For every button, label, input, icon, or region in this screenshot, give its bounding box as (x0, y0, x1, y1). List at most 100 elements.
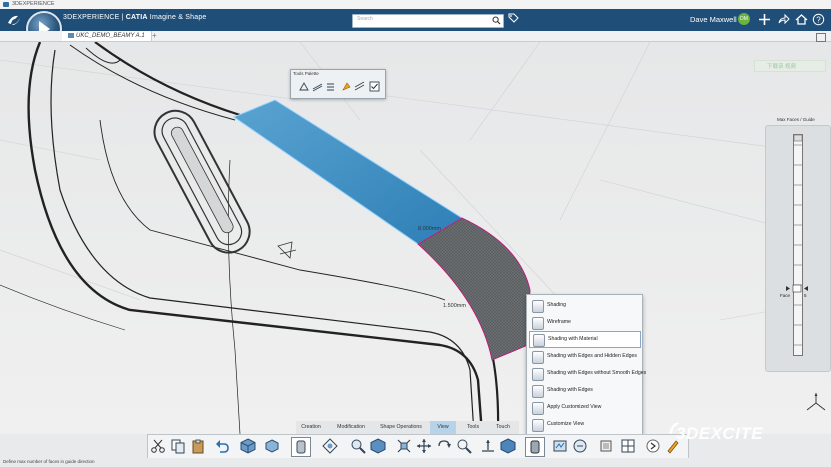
cube-view-icon[interactable] (240, 438, 256, 454)
shading-icon (532, 300, 544, 313)
iso-view-icon[interactable] (370, 438, 386, 454)
menu-item-edges-no-smooth[interactable]: Shading with Edges without Smooth Edges (529, 366, 646, 381)
cut-icon[interactable] (150, 438, 166, 454)
view-mode-menu: Shading Wireframe Shading with Material … (526, 294, 646, 435)
lines-icon[interactable] (312, 81, 323, 92)
guide-panel-title: Max Faces / Guide (777, 117, 815, 122)
menu-item-label: Wireframe (547, 319, 571, 325)
3d-viewport[interactable] (0, 42, 831, 434)
help-icon[interactable]: ? (812, 13, 825, 26)
fit-all-icon[interactable] (322, 438, 338, 454)
menu-item-label: Shading with Edges and Hidden Edges (547, 353, 637, 359)
brand-app: CATIA (125, 14, 148, 21)
faces-slider[interactable] (793, 134, 803, 356)
axis-triad-icon[interactable] (805, 392, 827, 414)
app-icon (3, 2, 9, 7)
tab-label: UKC_DEMO_BEAMY A.1 (76, 33, 145, 39)
transform-icon[interactable] (341, 81, 352, 92)
render-mode-button[interactable] (291, 437, 311, 457)
guide-face-value: 5 (804, 293, 807, 298)
download-watermark: 下载该 视频 (754, 60, 826, 72)
apply-view-icon (532, 402, 544, 415)
menu-item-apply-customized-view[interactable]: Apply Customized View (529, 400, 639, 415)
view-mode-button[interactable] (525, 437, 545, 457)
cylinder-icon (296, 440, 306, 454)
checkbox-icon[interactable] (369, 81, 380, 92)
status-bar: Define max number of faces in guide dire… (0, 458, 831, 467)
search-input[interactable]: Search (352, 14, 504, 28)
shading-edges-icon (532, 385, 544, 398)
ds-logo-icon (8, 15, 20, 25)
brand-prefix: 3DEXPERIENCE | (63, 14, 126, 21)
search-icon[interactable] (492, 16, 501, 25)
status-text: Define max number of faces in guide dire… (3, 459, 95, 464)
copy-icon[interactable] (170, 438, 186, 454)
tools-palette-title: Tools Palette (293, 71, 319, 76)
document-icon (68, 32, 74, 38)
pan-icon[interactable] (416, 438, 432, 454)
edges-hidden-icon (532, 351, 544, 364)
customize-view-icon (532, 419, 544, 432)
menu-item-wireframe[interactable]: Wireframe (529, 315, 639, 330)
rotate-icon[interactable] (436, 438, 452, 454)
ground-icon[interactable] (480, 438, 496, 454)
menu-item-label: Shading (547, 302, 567, 308)
brand-suffix: Imagine & Shape (147, 14, 207, 21)
menu-item-customize-view[interactable]: Customize View (529, 417, 639, 432)
grid-lines-icon[interactable] (354, 81, 365, 92)
tab-view[interactable]: View (430, 421, 456, 434)
split-view-icon[interactable] (620, 438, 636, 454)
dimension-label[interactable]: 8.000mm (418, 226, 441, 232)
tab-creation[interactable]: Creation (296, 421, 326, 434)
add-icon[interactable] (758, 13, 771, 26)
menu-item-label: Customize View (547, 421, 585, 427)
menu-item-label: Shading with Edges (547, 387, 593, 393)
app-brand: 3DEXPERIENCE | CATIA Imagine & Shape (63, 14, 207, 21)
menu-item-shading[interactable]: Shading (529, 298, 639, 313)
guide-face-label: Face (780, 293, 791, 298)
menu-item-label: Apply Customized View (547, 404, 602, 410)
wireframe-icon (532, 317, 544, 330)
tab-modification[interactable]: Modification (330, 421, 372, 434)
tab-tools[interactable]: Tools (460, 421, 486, 434)
menu-item-shading-with-edges[interactable]: Shading with Edges (529, 383, 639, 398)
avatar[interactable]: DM (738, 13, 750, 25)
cube-iso-icon[interactable] (264, 438, 280, 454)
download-watermark-text: 下载该 视频 (767, 64, 797, 70)
layer-icon[interactable] (598, 438, 614, 454)
share-icon[interactable] (777, 13, 790, 26)
svg-text:?: ? (816, 15, 821, 24)
edges-no-smooth-icon (532, 368, 544, 381)
select-icon[interactable] (299, 81, 310, 92)
menu-item-label: Shading with Edges without Smooth Edges (547, 370, 647, 376)
search-placeholder: Search (357, 16, 373, 22)
more-icon[interactable] (645, 438, 661, 454)
menu-item-edges-hidden[interactable]: Shading with Edges and Hidden Edges (529, 349, 639, 364)
dimension-label[interactable]: 1.500mm (443, 303, 466, 309)
expand-icon[interactable] (816, 33, 826, 42)
swap-visible-icon[interactable] (572, 438, 588, 454)
zoom-icon[interactable] (350, 438, 366, 454)
undo-icon[interactable] (214, 438, 230, 454)
hide-show-icon[interactable] (552, 438, 568, 454)
paste-icon[interactable] (190, 438, 206, 454)
view-cube-icon[interactable] (500, 438, 516, 454)
tools-palette: Tools Palette (290, 69, 386, 99)
material-icon (533, 334, 545, 347)
tab-document[interactable]: UKC_DEMO_BEAMY A.1 (62, 31, 152, 41)
tag-icon[interactable] (508, 13, 519, 24)
view-mode-icon (530, 440, 540, 454)
home-icon[interactable] (795, 13, 808, 26)
normal-view-icon[interactable] (396, 438, 412, 454)
tab-shape-operations[interactable]: Shape Operations (376, 421, 426, 434)
menu-item-shading-with-material[interactable]: Shading with Material (529, 331, 641, 348)
menu-item-label: Shading with Material (548, 336, 598, 342)
slider-ticks (793, 134, 803, 346)
tab-touch[interactable]: Touch (490, 421, 516, 434)
new-tab-button[interactable]: + (152, 31, 157, 41)
user-name[interactable]: Dave Maxwell (690, 15, 737, 24)
3dexcite-watermark: 3DEXCITE (676, 424, 764, 443)
window-title: 3DEXPERIENCE (12, 1, 55, 7)
zoom-in-icon[interactable] (456, 438, 472, 454)
stack-icon[interactable] (325, 81, 336, 92)
